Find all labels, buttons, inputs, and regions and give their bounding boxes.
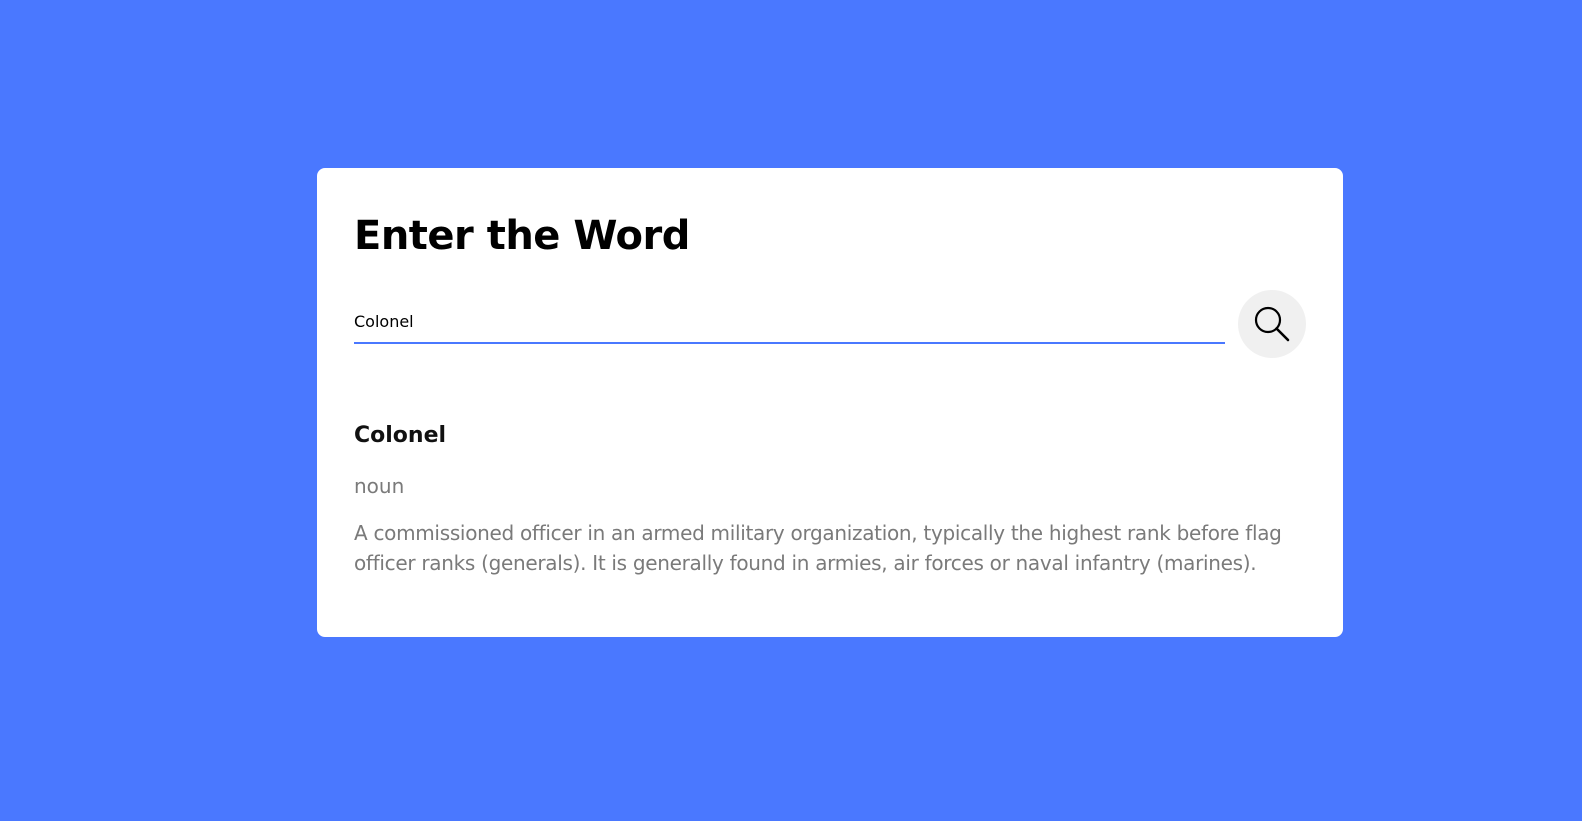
- search-icon: [1252, 304, 1292, 344]
- result-word: Colonel: [354, 423, 447, 448]
- search-row: [354, 290, 1306, 358]
- dictionary-card: Enter the Word Colonel noun A commission…: [317, 168, 1343, 637]
- page-title: Enter the Word: [354, 213, 690, 259]
- search-button[interactable]: [1238, 290, 1306, 358]
- search-input[interactable]: [354, 298, 1225, 344]
- definition-text: A commissioned officer in an armed milit…: [354, 521, 1282, 575]
- definition-result: Colonel noun A commissioned officer in a…: [354, 420, 1314, 578]
- part-of-speech: noun: [354, 474, 405, 498]
